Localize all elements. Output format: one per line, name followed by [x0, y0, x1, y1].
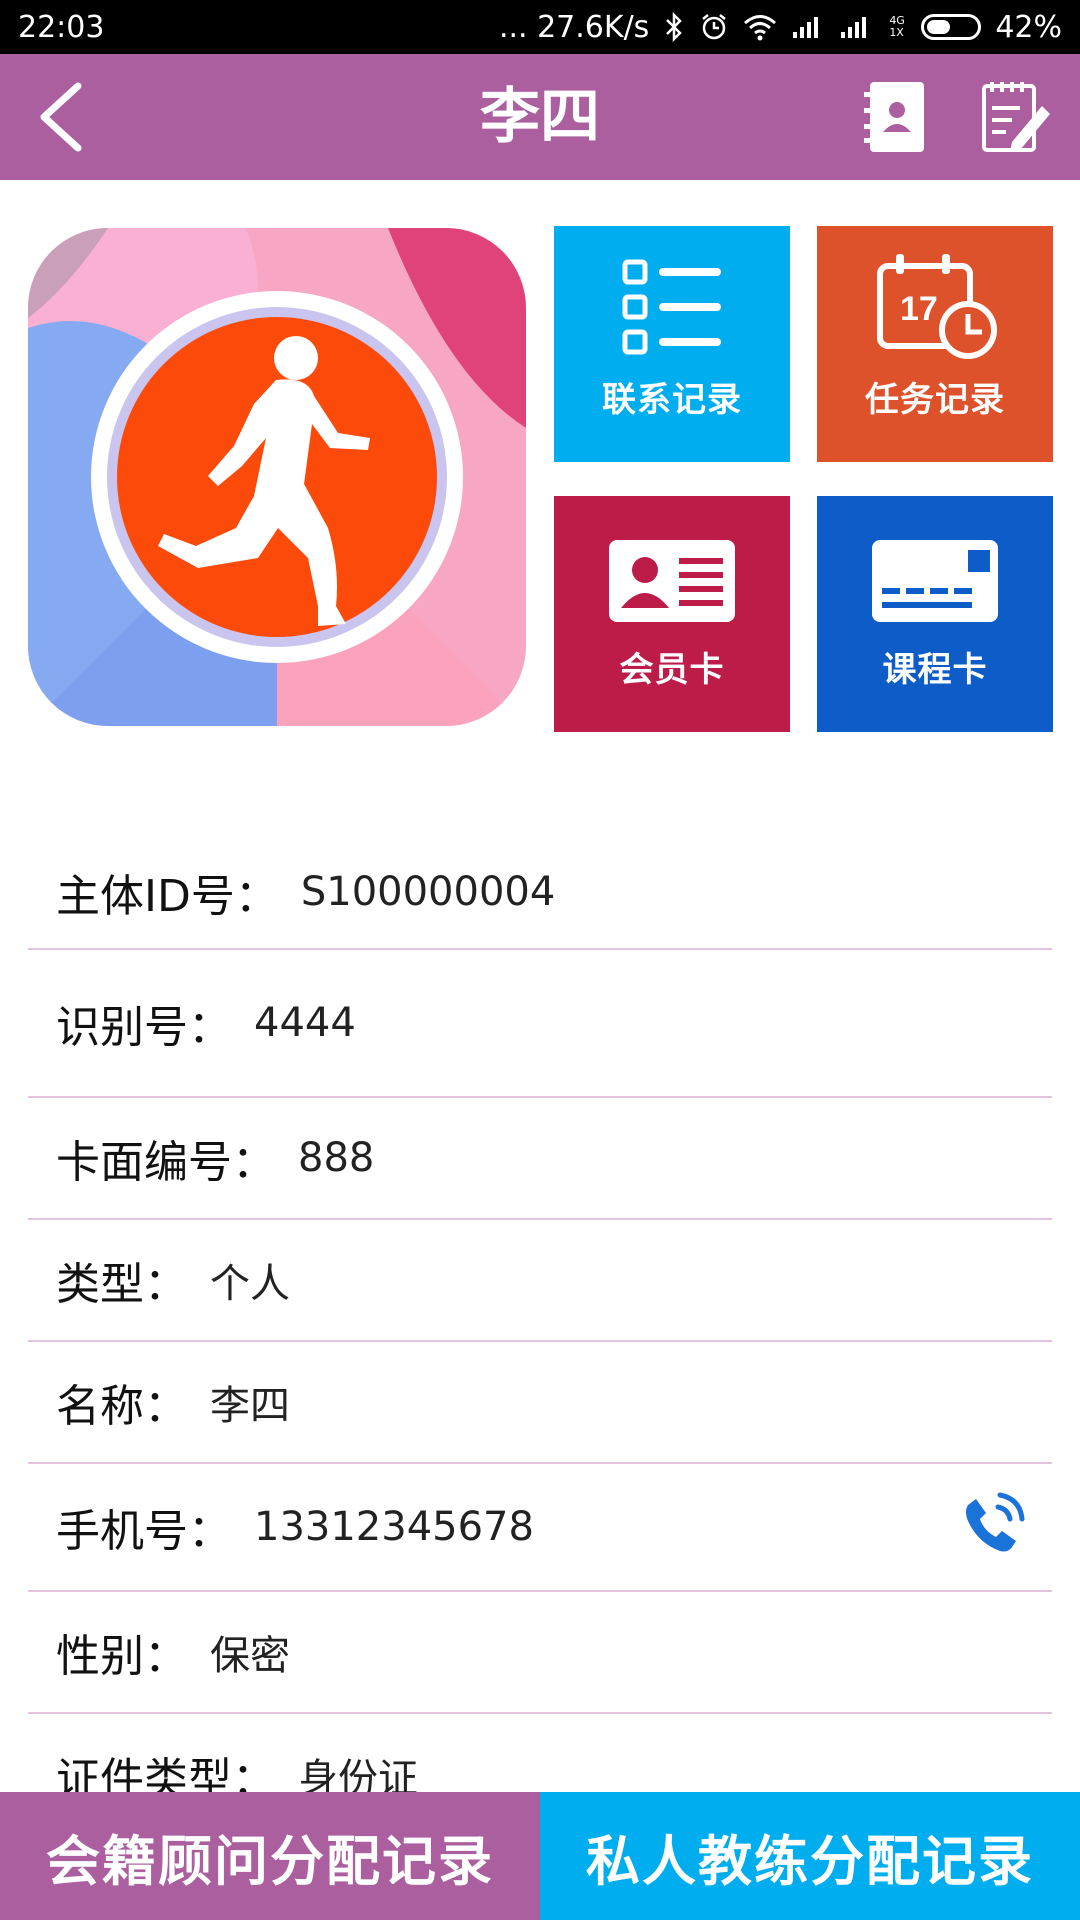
tile-label: 课程卡: [882, 650, 988, 690]
tile-course-card[interactable]: 课程卡: [817, 496, 1053, 732]
list-icon: [622, 259, 721, 355]
member-info-list: 主体ID号： S100000004 识别号： 4444 卡面编号： 888 类型…: [28, 836, 1052, 1836]
info-value: 李四: [210, 1383, 290, 1429]
info-value: 13312345678: [254, 1504, 534, 1550]
info-label: 类型：: [56, 1259, 188, 1310]
bluetooth-icon: [663, 12, 685, 42]
header: 李四: [0, 54, 1080, 180]
calendar-day: 17: [900, 290, 938, 328]
personal-trainer-records-button[interactable]: 私人教练分配记录: [540, 1792, 1080, 1920]
wifi-icon: [743, 13, 777, 41]
status-time: 22:03: [18, 9, 105, 45]
info-row-name: 名称： 李四: [28, 1342, 1052, 1464]
battery-percent: 42%: [995, 9, 1062, 45]
tile-contact-records[interactable]: 联系记录: [554, 226, 790, 462]
info-row-identifier: 识别号： 4444: [28, 950, 1052, 1098]
address-book-icon: [864, 82, 924, 152]
info-label: 卡面编号：: [56, 1137, 276, 1188]
info-value: 个人: [210, 1261, 290, 1307]
bottom-action-bar: 会籍顾问分配记录 私人教练分配记录: [0, 1792, 1080, 1920]
id-card-icon: [609, 540, 735, 622]
tile-label: 联系记录: [602, 380, 742, 420]
info-row-phone: 手机号： 13312345678: [28, 1464, 1052, 1592]
tile-task-records[interactable]: 17 任务记录: [817, 226, 1053, 462]
info-label: 识别号：: [56, 1002, 232, 1053]
call-button[interactable]: [954, 1487, 1030, 1567]
info-row-type: 类型： 个人: [28, 1220, 1052, 1342]
info-value: 4444: [254, 1000, 356, 1046]
info-row-gender: 性别： 保密: [28, 1592, 1052, 1714]
status-bar: 22:03 ... 27.6K/s 4G 1X 42%: [0, 0, 1080, 54]
signal-icon: [791, 14, 825, 40]
calendar-clock-icon: 17: [877, 254, 997, 359]
info-value: 888: [298, 1135, 375, 1181]
alarm-icon: [699, 12, 729, 42]
info-label: 名称：: [56, 1381, 188, 1432]
status-icons: ... 27.6K/s 4G 1X 42%: [499, 10, 1062, 45]
phone-call-icon: [966, 1492, 1025, 1552]
runner-logo-icon: [28, 228, 526, 726]
info-row-subject-id: 主体ID号： S100000004: [28, 836, 1052, 950]
info-label: 主体ID号：: [56, 871, 279, 922]
signal-4g-icon: [839, 14, 875, 40]
avatar: [28, 228, 526, 726]
contacts-button[interactable]: [864, 80, 928, 154]
info-row-card-number: 卡面编号： 888: [28, 1098, 1052, 1220]
battery-icon: [921, 14, 982, 40]
tile-membership-card[interactable]: 会员卡: [554, 496, 790, 732]
course-card-icon: [872, 540, 998, 622]
edit-button[interactable]: [978, 80, 1052, 154]
info-value: 保密: [210, 1633, 290, 1679]
tile-label: 会员卡: [619, 650, 725, 690]
tile-label: 任务记录: [865, 380, 1005, 420]
membership-consultant-records-button[interactable]: 会籍顾问分配记录: [0, 1792, 540, 1920]
info-value: S100000004: [300, 869, 556, 915]
info-label: 性别：: [56, 1631, 188, 1682]
network-speed: ... 27.6K/s: [498, 9, 650, 45]
edit-note-icon: [982, 82, 1050, 152]
network-type-label: 4G 1X: [889, 14, 905, 39]
info-label: 手机号：: [56, 1506, 232, 1557]
